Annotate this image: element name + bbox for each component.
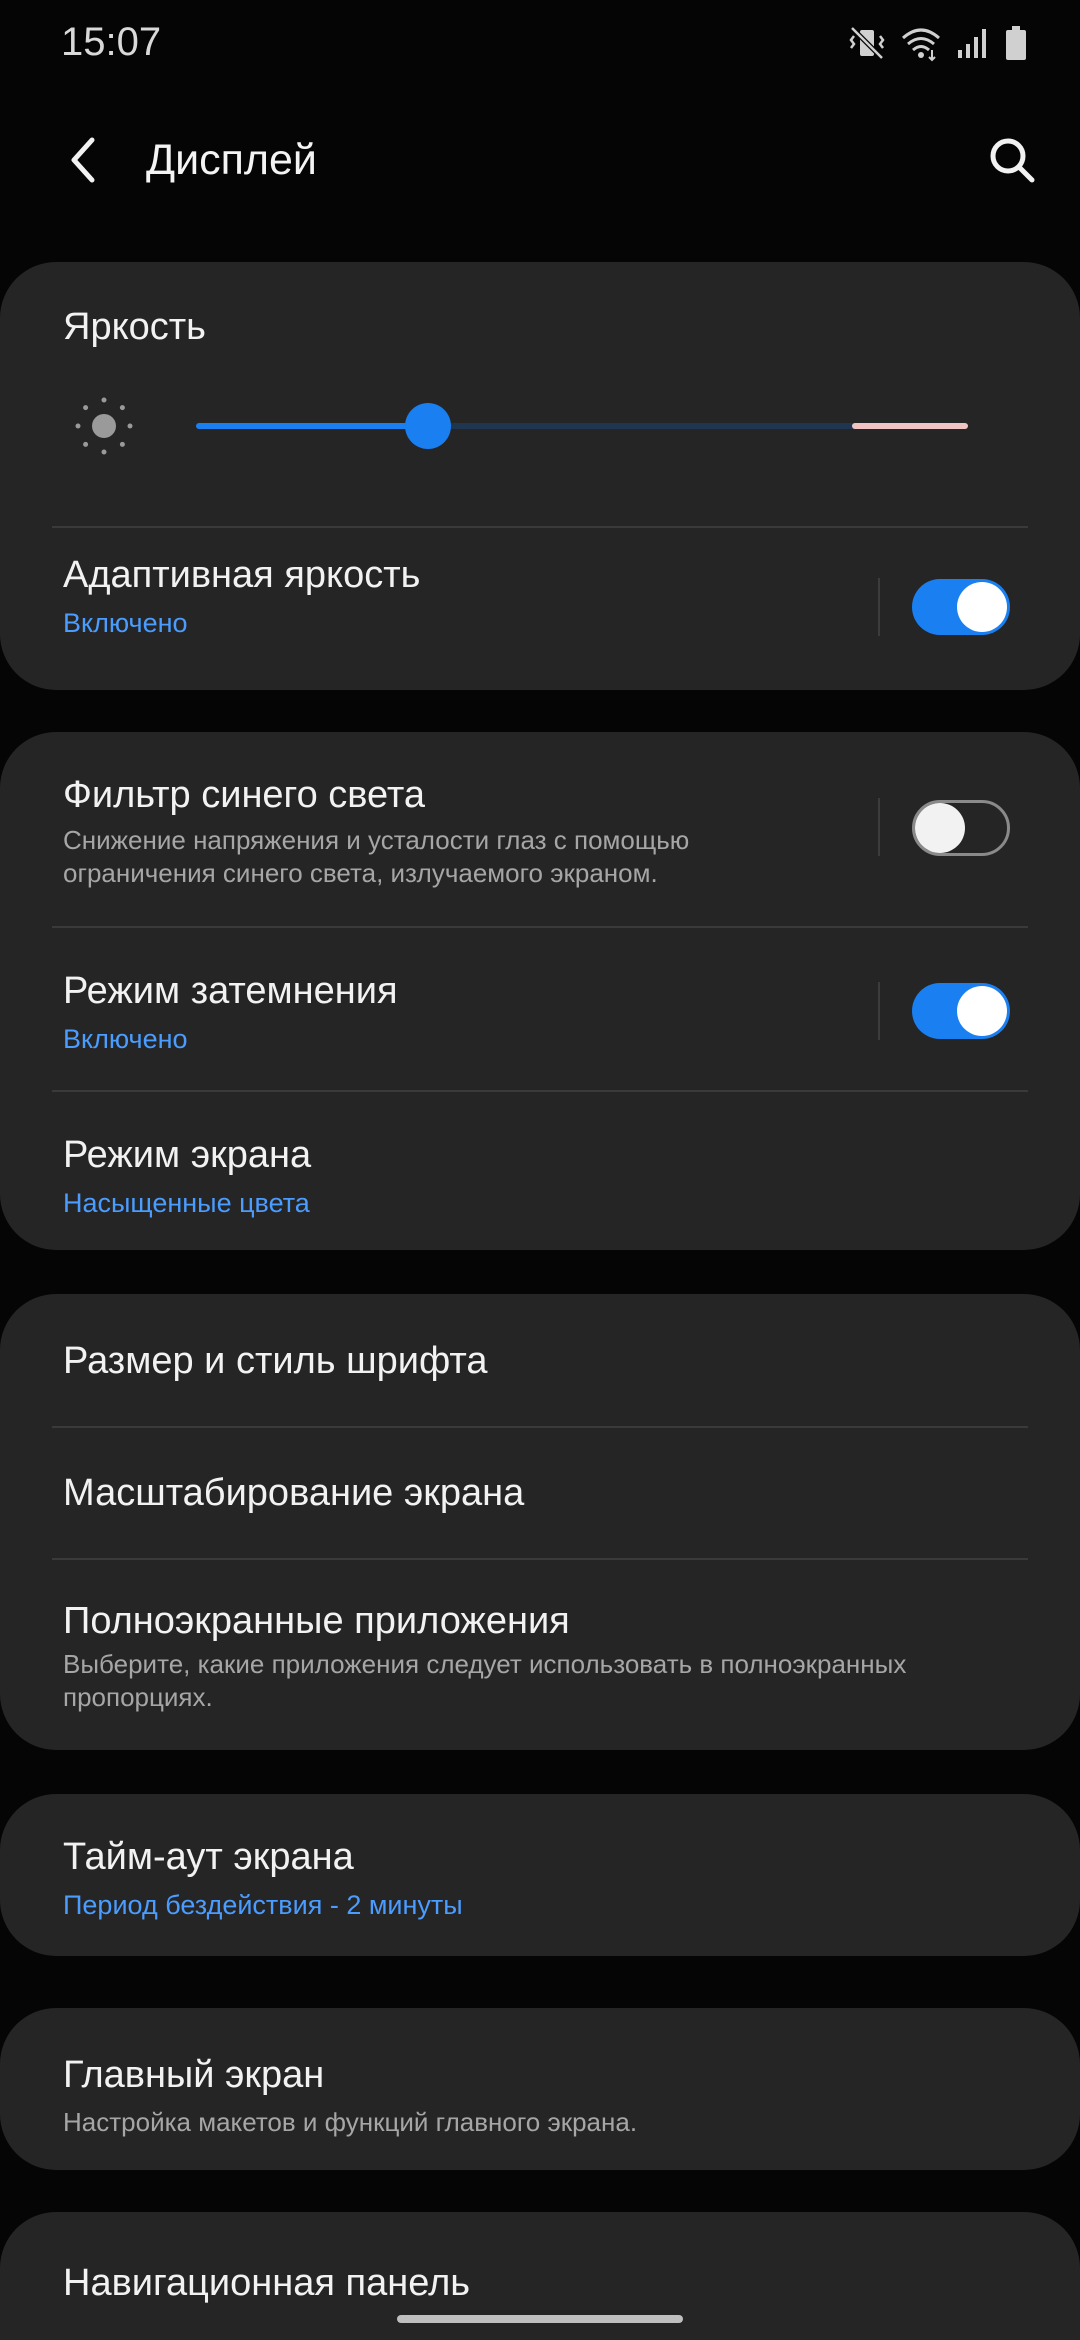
home-indicator[interactable] [397, 2315, 683, 2323]
fullscreen-apps-description: Выберите, какие приложения следует испол… [63, 1649, 907, 1712]
fullscreen-apps-row[interactable]: Полноэкранные приложения Выберите, какие… [0, 1560, 1080, 1750]
switch-knob [915, 803, 965, 853]
brightness-card: Яркость Адаптивная яркость Включено [0, 262, 1080, 690]
navigation-bar-title: Навигационная панель [63, 2262, 471, 2304]
blue-light-filter-row[interactable]: Фильтр синего света Снижение напряжения … [0, 732, 1080, 926]
vertical-separator [878, 798, 880, 856]
blue-light-filter-switch[interactable] [912, 800, 1010, 856]
adaptive-brightness-title: Адаптивная яркость [63, 554, 421, 596]
adaptive-brightness-switch[interactable] [912, 579, 1010, 635]
vibrate-mute-icon [848, 24, 886, 62]
slider-fill [196, 423, 428, 429]
home-screen-description: Настройка макетов и функций главного экр… [63, 2107, 638, 2137]
dark-mode-title: Режим затемнения [63, 970, 398, 1012]
font-size-style-row[interactable]: Размер и стиль шрифта [0, 1294, 1080, 1426]
screen-mode-title: Режим экрана [63, 1134, 312, 1176]
brightness-title: Яркость [63, 306, 206, 348]
vertical-separator [878, 982, 880, 1040]
home-screen-row[interactable]: Главный экран Настройка макетов и функци… [0, 2008, 1080, 2170]
screen-mode-row[interactable]: Режим экрана Насыщенные цвета [0, 1092, 1080, 1250]
screen-zoom-title: Масштабирование экрана [63, 1472, 525, 1514]
status-icons [848, 24, 1028, 62]
home-screen-card: Главный экран Настройка макетов и функци… [0, 2008, 1080, 2170]
dark-mode-switch[interactable] [912, 983, 1010, 1039]
screen-timeout-card: Тайм-аут экрана Период бездействия - 2 м… [0, 1794, 1080, 1956]
font-size-style-title: Размер и стиль шрифта [63, 1340, 488, 1382]
status-bar: 15:07 [0, 0, 1080, 90]
sun-icon [72, 394, 136, 463]
brightness-slider[interactable] [196, 403, 968, 449]
switch-knob [957, 986, 1007, 1036]
adaptive-brightness-row[interactable]: Адаптивная яркость Включено [0, 528, 1080, 690]
screen-zoom-row[interactable]: Масштабирование экрана [0, 1428, 1080, 1558]
back-button[interactable] [56, 128, 120, 192]
chevron-left-icon [71, 137, 95, 183]
slider-high-zone [852, 423, 968, 429]
switch-knob [957, 582, 1007, 632]
battery-icon [1004, 24, 1028, 62]
adaptive-brightness-status: Включено [63, 608, 188, 638]
dark-mode-status: Включено [63, 1024, 188, 1054]
screen-timeout-title: Тайм-аут экрана [63, 1836, 354, 1878]
search-button[interactable] [980, 128, 1044, 192]
signal-icon [956, 24, 990, 62]
wifi-icon [900, 24, 942, 62]
home-screen-title: Главный экран [63, 2054, 325, 2096]
dark-mode-row[interactable]: Режим затемнения Включено [0, 928, 1080, 1090]
slider-thumb[interactable] [404, 403, 451, 449]
screen-timeout-row[interactable]: Тайм-аут экрана Период бездействия - 2 м… [0, 1794, 1080, 1956]
search-icon [990, 138, 1035, 183]
blue-light-filter-title: Фильтр синего света [63, 774, 426, 816]
blue-light-filter-description: Снижение напряжения и усталости глаз с п… [63, 825, 690, 888]
fullscreen-apps-title: Полноэкранные приложения [63, 1600, 570, 1642]
page-title: Дисплей [146, 136, 317, 184]
font-and-layout-card: Размер и стиль шрифта Масштабирование эк… [0, 1294, 1080, 1750]
app-bar: Дисплей [0, 110, 1080, 210]
screen-timeout-value: Период бездействия - 2 минуты [63, 1890, 463, 1920]
screen-mode-value: Насыщенные цвета [63, 1188, 310, 1218]
display-mode-card: Фильтр синего света Снижение напряжения … [0, 732, 1080, 1250]
status-time: 15:07 [61, 20, 162, 64]
vertical-separator [878, 578, 880, 636]
